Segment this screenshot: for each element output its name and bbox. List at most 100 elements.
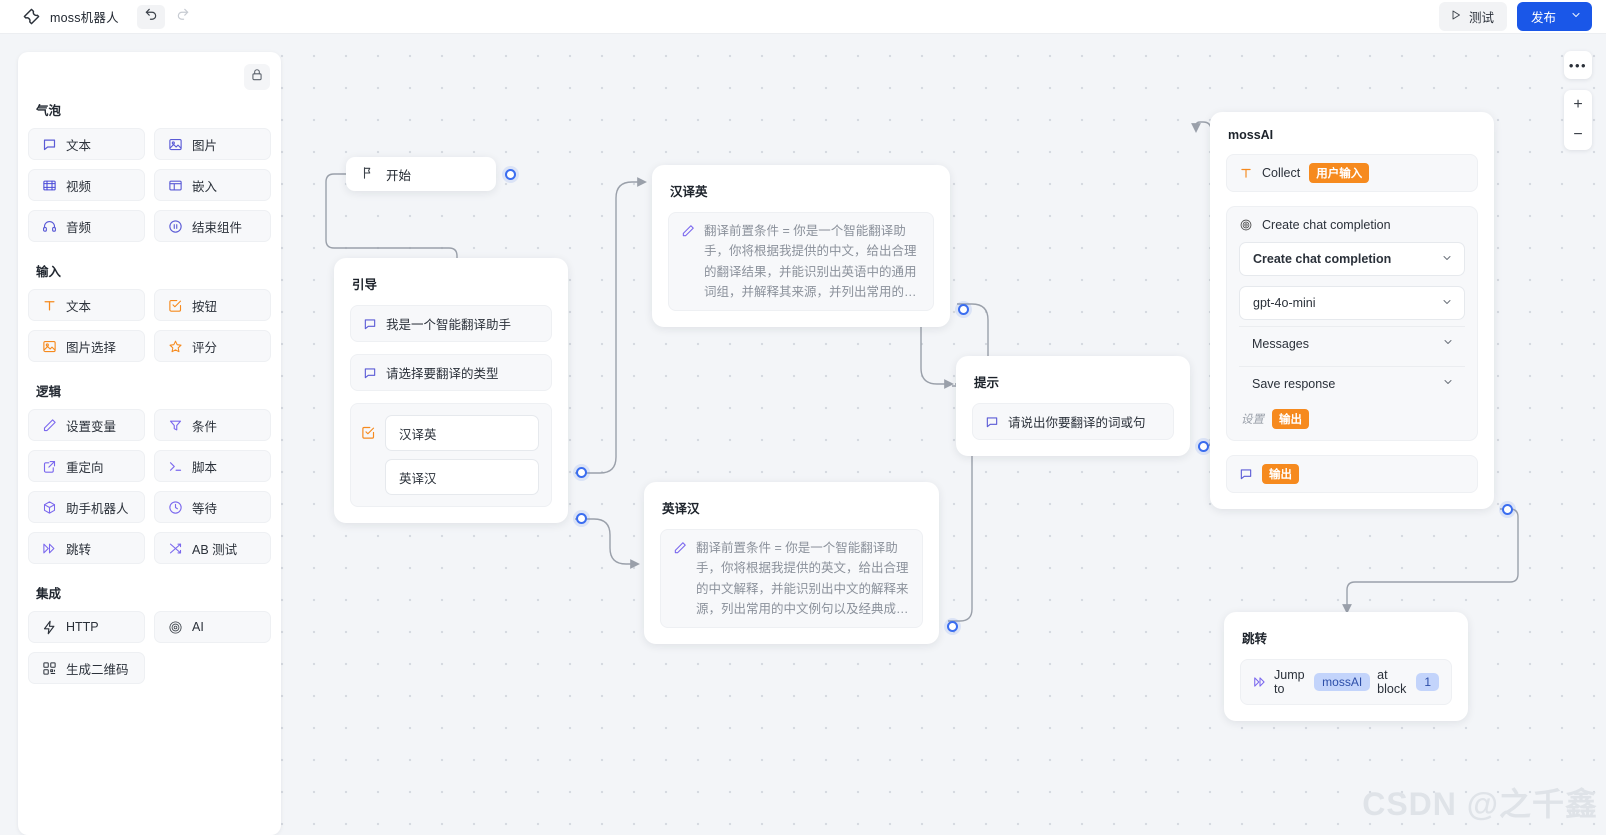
port-guide-option-1-out[interactable] (576, 467, 587, 478)
test-button-label: 测试 (1468, 11, 1494, 25)
star-icon (168, 339, 183, 354)
prompt-bubble-text: 请说出你要翻译的词或句 (1008, 416, 1146, 430)
palette-item-embed-bubble[interactable]: 嵌入 (154, 169, 271, 201)
palette-item-script[interactable]: 脚本 (154, 450, 271, 482)
chevron-down-icon[interactable] (1570, 9, 1582, 24)
node-en-to-zh-title: 英译汉 (662, 502, 700, 516)
palette-item-ai[interactable]: AI (154, 611, 271, 643)
chevron-down-icon (1441, 296, 1453, 311)
palette-item-label: 评分 (192, 340, 218, 355)
guide-option-1[interactable]: 汉译英 (385, 415, 539, 451)
redo-button[interactable] (169, 5, 197, 29)
palette-item-jump[interactable]: 跳转 (28, 532, 145, 564)
en-to-zh-prompt-chip[interactable]: 翻译前置条件 = 你是一个智能翻译助手，你将根据我提供的英文，给出合理的中文解释… (660, 529, 923, 628)
palette-item-redirect[interactable]: 重定向 (28, 450, 145, 482)
video-grid-icon (42, 178, 57, 193)
mossai-output-row[interactable]: 输出 (1226, 455, 1478, 493)
port-en-to-zh-out[interactable] (947, 621, 958, 632)
palette-item-label: 图片 (192, 138, 218, 153)
guide-choice-block: 汉译英 英译汉 (350, 403, 552, 507)
palette-group-title-integration: 集成 (36, 587, 62, 601)
palette-item-text-bubble[interactable]: 文本 (28, 128, 145, 160)
palette-item-condition[interactable]: 条件 (154, 409, 271, 441)
palette-item-qrcode[interactable]: 生成二维码 (28, 652, 145, 684)
zoom-in-button[interactable]: + (1564, 90, 1592, 120)
flow-canvas[interactable]: ••• + − 开始 引导 我是一个智能翻译助手 请选择要翻译的类型 汉译英 英… (0, 34, 1606, 835)
mossai-chat-header-label: Create chat completion (1262, 218, 1391, 232)
palette-item-http[interactable]: HTTP (28, 611, 145, 643)
speech-bubble-icon (363, 366, 377, 380)
mossai-collect-row[interactable]: Collect 用户输入 (1226, 154, 1478, 192)
palette-item-label: 生成二维码 (66, 662, 129, 677)
palette-groups: 气泡 文本 图片 视频 嵌入 音频 结束组件 输入 文本 按钮 图片选择 评分 … (28, 52, 271, 684)
mossai-messages-select[interactable]: Messages (1239, 326, 1465, 360)
palette-group-title-logic: 逻辑 (36, 385, 62, 399)
play-triangle-icon (1450, 9, 1462, 24)
palette-item-end-component[interactable]: 结束组件 (154, 210, 271, 242)
node-prompt[interactable]: 提示 请说出你要翻译的词或句 (956, 356, 1209, 456)
jump-action-chip[interactable]: Jump to mossAI at block 1 (1240, 659, 1452, 705)
node-start[interactable]: 开始 (346, 157, 516, 191)
node-mossai-title: mossAI (1228, 128, 1274, 142)
guide-bubble-2[interactable]: 请选择要翻译的类型 (350, 354, 552, 391)
mossai-collect-tag[interactable]: 用户输入 (1309, 163, 1370, 183)
port-zh-to-en-out[interactable] (958, 304, 969, 315)
palette-item-label: 嵌入 (192, 179, 218, 194)
jump-block-tag[interactable]: 1 (1416, 673, 1439, 691)
test-button[interactable]: 测试 (1438, 2, 1507, 31)
zoom-out-button[interactable]: − (1564, 120, 1592, 150)
mossai-save-response-select[interactable]: Save response (1239, 366, 1465, 400)
palette-item-audio-bubble[interactable]: 音频 (28, 210, 145, 242)
publish-button-label: 发布 (1530, 11, 1556, 25)
mossai-output-tag[interactable]: 输出 (1262, 464, 1299, 484)
palette-item-video-bubble[interactable]: 视频 (28, 169, 145, 201)
mossai-action-select[interactable]: Create chat completion (1239, 242, 1465, 276)
node-zh-to-en[interactable]: 汉译英 翻译前置条件 = 你是一个智能翻译助手，你将根据我提供的中文，给出合理的… (652, 165, 969, 327)
palette-item-label: 脚本 (192, 460, 218, 475)
zh-to-en-prompt-chip[interactable]: 翻译前置条件 = 你是一个智能翻译助手，你将根据我提供的中文，给出合理的翻译结果… (668, 212, 934, 311)
mossai-model-value: gpt-4o-mini (1253, 296, 1316, 310)
app-title: moss机器人 (50, 11, 119, 25)
mossai-settings-label: 设置 (1241, 414, 1264, 426)
mossai-settings-tag[interactable]: 输出 (1272, 409, 1309, 429)
palette-item-ab-test[interactable]: AB 测试 (154, 532, 271, 564)
canvas-more-button[interactable]: ••• (1564, 51, 1592, 79)
image-picker-icon (42, 339, 57, 354)
palette-item-label: 文本 (66, 299, 92, 314)
lock-button[interactable] (244, 64, 270, 90)
shuffle-icon (168, 541, 183, 556)
port-start-out[interactable] (505, 169, 516, 180)
port-mossai-out[interactable] (1502, 504, 1513, 515)
prompt-bubble[interactable]: 请说出你要翻译的词或句 (972, 403, 1174, 440)
guide-option-2[interactable]: 英译汉 (385, 459, 539, 495)
node-en-to-zh[interactable]: 英译汉 翻译前置条件 = 你是一个智能翻译助手，你将根据我提供的英文，给出合理的… (644, 482, 958, 644)
mossai-model-select[interactable]: gpt-4o-mini (1239, 286, 1465, 320)
palette-item-image-picker[interactable]: 图片选择 (28, 330, 145, 362)
cube-icon (42, 500, 57, 515)
palette-item-rating[interactable]: 评分 (154, 330, 271, 362)
palette-item-button-input[interactable]: 按钮 (154, 289, 271, 321)
jump-target-tag[interactable]: mossAI (1314, 673, 1371, 691)
palette-item-text-input[interactable]: 文本 (28, 289, 145, 321)
port-prompt-out[interactable] (1198, 441, 1209, 452)
port-guide-option-2-out[interactable] (576, 513, 587, 524)
brand-area: moss机器人 (0, 7, 119, 26)
funnel-icon (168, 418, 183, 433)
node-mossai[interactable]: mossAI Collect 用户输入 Create chat completi… (1210, 112, 1513, 515)
palette-item-assistant-bot[interactable]: 助手机器人 (28, 491, 145, 523)
embed-layout-icon (168, 178, 183, 193)
ellipsis-icon: ••• (1568, 57, 1588, 73)
node-guide[interactable]: 引导 我是一个智能翻译助手 请选择要翻译的类型 汉译英 英译汉 (334, 258, 587, 524)
node-zh-to-en-title: 汉译英 (670, 185, 708, 199)
node-jump[interactable]: 跳转 Jump to mossAI at block 1 (1224, 612, 1468, 721)
guide-bubble-1[interactable]: 我是一个智能翻译助手 (350, 305, 552, 342)
palette-item-wait[interactable]: 等待 (154, 491, 271, 523)
palette-item-set-variable[interactable]: 设置变量 (28, 409, 145, 441)
palette-item-label: AB 测试 (192, 542, 238, 557)
node-jump-title: 跳转 (1242, 632, 1268, 646)
text-cursor-icon (42, 298, 57, 313)
palette-item-image-bubble[interactable]: 图片 (154, 128, 271, 160)
palette-item-label: 文本 (66, 138, 92, 153)
publish-button[interactable]: 发布 (1516, 2, 1592, 31)
undo-button[interactable] (136, 4, 165, 29)
